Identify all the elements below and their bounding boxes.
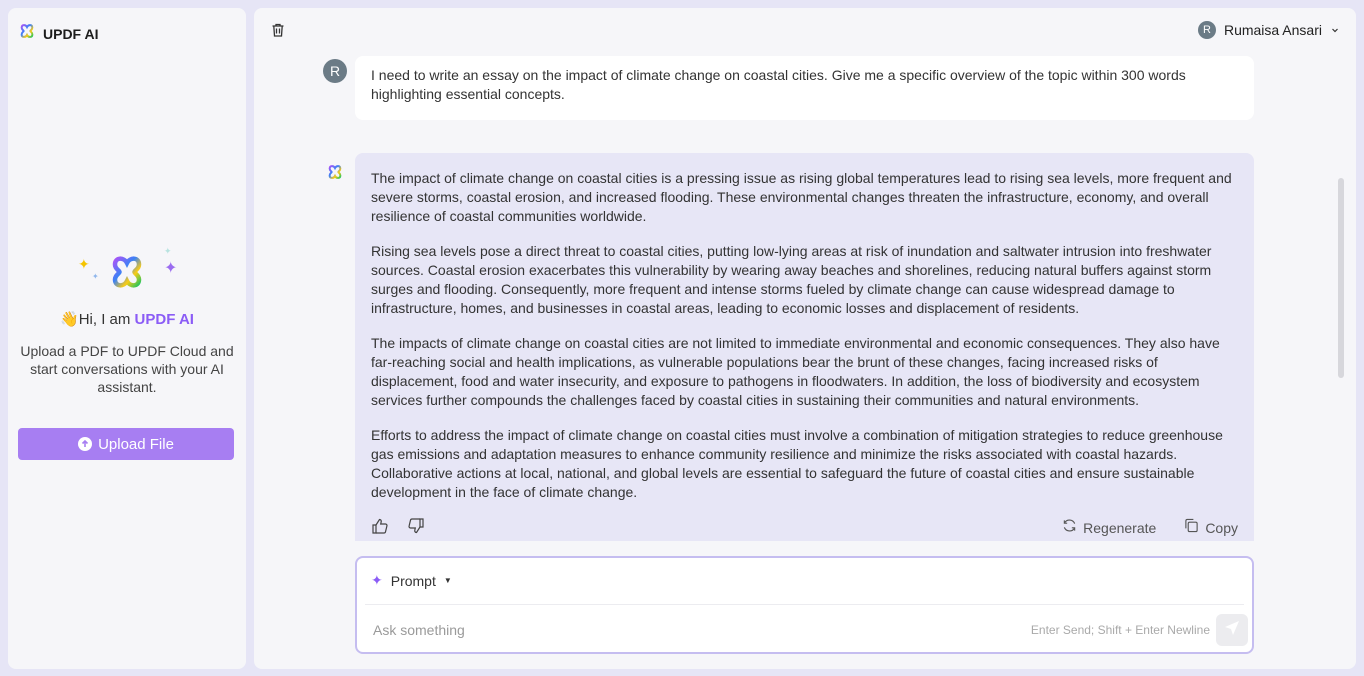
copy-label: Copy [1205, 519, 1238, 536]
updf-logo-icon [19, 23, 35, 44]
brand: UPDF AI [19, 23, 98, 44]
ai-paragraph: Rising sea levels pose a direct threat t… [371, 243, 1212, 316]
sparkle-icon: ✦ [164, 260, 178, 277]
brand-name: UPDF AI [43, 25, 99, 42]
caret-down-icon: ▼ [443, 576, 452, 585]
ai-response: The impact of climate change on coastal … [355, 153, 1254, 541]
ai-paragraph: The impact of climate change on coastal … [371, 170, 1232, 224]
send-hint: Enter Send; Shift + Enter Newline [1030, 623, 1210, 637]
trash-icon[interactable] [270, 22, 286, 43]
updf-logo-icon [109, 254, 145, 295]
welcome-description: Upload a PDF to UPDF Cloud and start con… [20, 343, 234, 395]
regenerate-label: Regenerate [1083, 519, 1157, 536]
refresh-icon [1062, 518, 1077, 538]
message-avatar: R [323, 59, 347, 83]
sidebar: UPDF AI ✦ ✦ ✦ ✦ 👋Hi, I am UPDF AI Upload… [8, 8, 246, 669]
sparkle-icon: ✦ [164, 246, 172, 256]
wave-emoji: 👋 [60, 311, 79, 328]
regenerate-button[interactable]: Regenerate [1062, 518, 1156, 538]
upload-file-label: Upload File [98, 435, 174, 453]
user-name: Rumaisa Ansari [1223, 22, 1322, 38]
ask-input[interactable] [373, 620, 1013, 640]
greeting: 👋Hi, I am UPDF AI [8, 310, 246, 328]
send-icon [1223, 619, 1241, 642]
composer: ✦ Prompt ▼ Enter Send; Shift + Enter New… [355, 556, 1254, 654]
send-button[interactable] [1216, 614, 1248, 646]
prompt-mode-label: Prompt [390, 572, 436, 589]
user-message: I need to write an essay on the impact o… [355, 56, 1254, 120]
greeting-text: Hi, I am [78, 311, 135, 328]
hero-logo: ✦ ✦ ✦ ✦ [57, 246, 197, 296]
prompt-mode-dropdown[interactable]: ✦ Prompt ▼ [371, 572, 452, 589]
scrollbar[interactable] [1338, 178, 1344, 378]
chevron-down-icon [1330, 22, 1340, 38]
upload-file-button[interactable]: Upload File [18, 428, 234, 460]
sparkle-icon: ✦ [78, 256, 90, 272]
ai-paragraph: The impacts of climate change on coastal… [371, 335, 1220, 408]
ai-paragraph: Efforts to address the impact of climate… [371, 427, 1223, 500]
ai-avatar-icon [327, 164, 343, 185]
sparkle-icon: ✦ [371, 572, 383, 588]
thumbs-up-icon[interactable] [371, 517, 389, 540]
welcome-panel: ✦ ✦ ✦ ✦ 👋Hi, I am UPDF AI Upload a PDF t… [8, 246, 246, 396]
copy-button[interactable]: Copy [1184, 518, 1238, 538]
message-actions: Regenerate Copy [371, 515, 1238, 541]
chat-panel: R Rumaisa Ansari R I need to write an es… [254, 8, 1356, 669]
thumbs-down-icon[interactable] [407, 517, 425, 540]
sparkle-icon: ✦ [92, 272, 99, 281]
user-menu[interactable]: R Rumaisa Ansari [1197, 21, 1340, 39]
greeting-accent: UPDF AI [134, 311, 194, 328]
copy-icon [1184, 518, 1199, 538]
divider [365, 604, 1244, 605]
upload-icon [78, 437, 93, 451]
user-avatar: R [1197, 21, 1216, 39]
